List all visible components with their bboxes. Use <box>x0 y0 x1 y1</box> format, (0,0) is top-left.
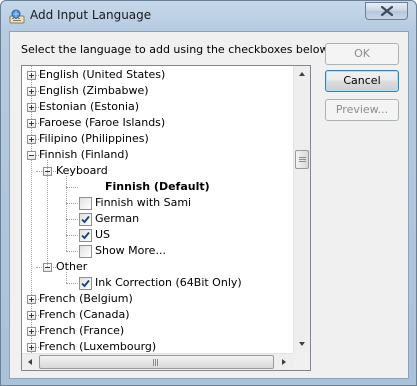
tree-item-label: Faroese (Faroe Islands) <box>39 116 166 129</box>
tree-item-french-luxembourg[interactable]: French (Luxembourg) <box>22 339 293 353</box>
tree-connector-line <box>66 176 67 251</box>
checkmark-icon <box>81 215 90 224</box>
checkbox-checked[interactable] <box>79 229 92 242</box>
scrollbar-corner <box>293 353 310 370</box>
tree-item-filipino-philippines[interactable]: Filipino (Philippines) <box>22 131 293 147</box>
tree-item-estonian-estonia[interactable]: Estonian (Estonia) <box>22 99 293 115</box>
horizontal-scroll-thumb[interactable] <box>39 355 274 369</box>
checkbox-unchecked[interactable] <box>79 197 92 210</box>
scroll-down-arrow-icon[interactable] <box>294 336 310 352</box>
expand-plus-icon[interactable] <box>27 327 36 336</box>
vertical-scroll-thumb[interactable] <box>295 150 309 169</box>
tree-item-german[interactable]: German <box>22 211 293 227</box>
tree-item-us[interactable]: US <box>22 227 293 243</box>
checkmark-icon <box>81 279 90 288</box>
tree-item-other[interactable]: Other <box>22 259 293 275</box>
tree-item-finnish-finland[interactable]: Finnish (Finland) <box>22 147 293 163</box>
tree-item-label: Filipino (Philippines) <box>39 132 149 145</box>
scroll-right-arrow-icon[interactable] <box>276 354 292 370</box>
checkbox-checked[interactable] <box>79 277 92 290</box>
ok-button[interactable]: OK <box>325 43 399 65</box>
tree-item-english-zimbabwe[interactable]: English (Zimbabwe) <box>22 83 293 99</box>
close-button[interactable] <box>365 2 408 20</box>
tree-connector-line <box>66 272 67 283</box>
tree-item-label: French (Belgium) <box>39 292 133 305</box>
instruction-text: Select the language to add using the che… <box>21 43 331 56</box>
tree-item-label: Ink Correction (64Bit Only) <box>95 276 242 289</box>
tree-item-label: Show More... <box>95 244 166 257</box>
tree-item-label: Finnish (Default) <box>105 180 210 193</box>
tree-item-french-france[interactable]: French (France) <box>22 323 293 339</box>
expand-plus-icon[interactable] <box>27 87 36 96</box>
tree-item-french-canada[interactable]: French (Canada) <box>22 307 293 323</box>
preview-button[interactable]: Preview... <box>325 99 399 121</box>
title-bar[interactable]: Add Input Language <box>1 1 416 31</box>
tree-item-label: French (Luxembourg) <box>39 340 157 353</box>
tree-item-finnish-with-sami[interactable]: Finnish with Sami <box>22 195 293 211</box>
tree-item-label: Estonian (Estonia) <box>39 100 140 113</box>
tree-item-english-united-states[interactable]: English (United States) <box>22 67 293 83</box>
window-title: Add Input Language <box>30 8 152 22</box>
tree-item-french-belgium[interactable]: French (Belgium) <box>22 291 293 307</box>
checkbox-checked[interactable] <box>79 213 92 226</box>
dialog-body: Select the language to add using the che… <box>9 31 409 379</box>
expand-plus-icon[interactable] <box>27 119 36 128</box>
tree-item-finnish-default[interactable]: Finnish (Default) <box>22 179 293 195</box>
tree-item-label: Other <box>56 260 88 273</box>
expand-plus-icon[interactable] <box>27 343 36 352</box>
scroll-up-arrow-icon[interactable] <box>294 66 310 82</box>
tree-item-label: English (United States) <box>39 68 166 81</box>
checkbox-unchecked[interactable] <box>79 245 92 258</box>
cancel-button[interactable]: Cancel <box>325 70 399 92</box>
tree-connector-line <box>47 160 48 267</box>
tree-item-label: German <box>95 212 140 225</box>
tree-item-label: Finnish with Sami <box>95 196 192 209</box>
expand-plus-icon[interactable] <box>27 103 36 112</box>
scroll-left-arrow-icon[interactable] <box>22 354 38 370</box>
tree-item-label: English (Zimbabwe) <box>39 84 149 97</box>
horizontal-scrollbar[interactable] <box>22 353 293 370</box>
tree-item-ink-correction-64bit-only[interactable]: Ink Correction (64Bit Only) <box>22 275 293 291</box>
tree-item-label: French (France) <box>39 324 125 337</box>
expand-plus-icon[interactable] <box>27 295 36 304</box>
expand-plus-icon[interactable] <box>27 311 36 320</box>
expand-plus-icon[interactable] <box>27 135 36 144</box>
tree-item-label: French (Canada) <box>39 308 130 321</box>
tree-item-label: US <box>95 228 111 241</box>
expand-plus-icon[interactable] <box>27 71 36 80</box>
checkmark-icon <box>81 231 90 240</box>
keyboard-globe-icon <box>9 9 25 25</box>
language-tree: English (United States) English (Zimbabwe… <box>21 65 311 371</box>
tree-item-show-more[interactable]: Show More... <box>22 243 293 259</box>
dialog-window: Add Input Language Select the language t… <box>0 0 417 386</box>
vertical-scrollbar[interactable] <box>293 66 310 353</box>
close-x-icon <box>381 6 393 16</box>
tree-item-keyboard[interactable]: Keyboard <box>22 163 293 179</box>
tree-item-faroese-faroe-islands[interactable]: Faroese (Faroe Islands) <box>22 115 293 131</box>
collapse-minus-icon[interactable] <box>27 151 36 160</box>
tree-item-label: Finnish (Finland) <box>39 148 129 161</box>
language-tree-list: English (United States) English (Zimbabwe… <box>22 66 293 353</box>
tree-item-label: Keyboard <box>56 164 108 177</box>
